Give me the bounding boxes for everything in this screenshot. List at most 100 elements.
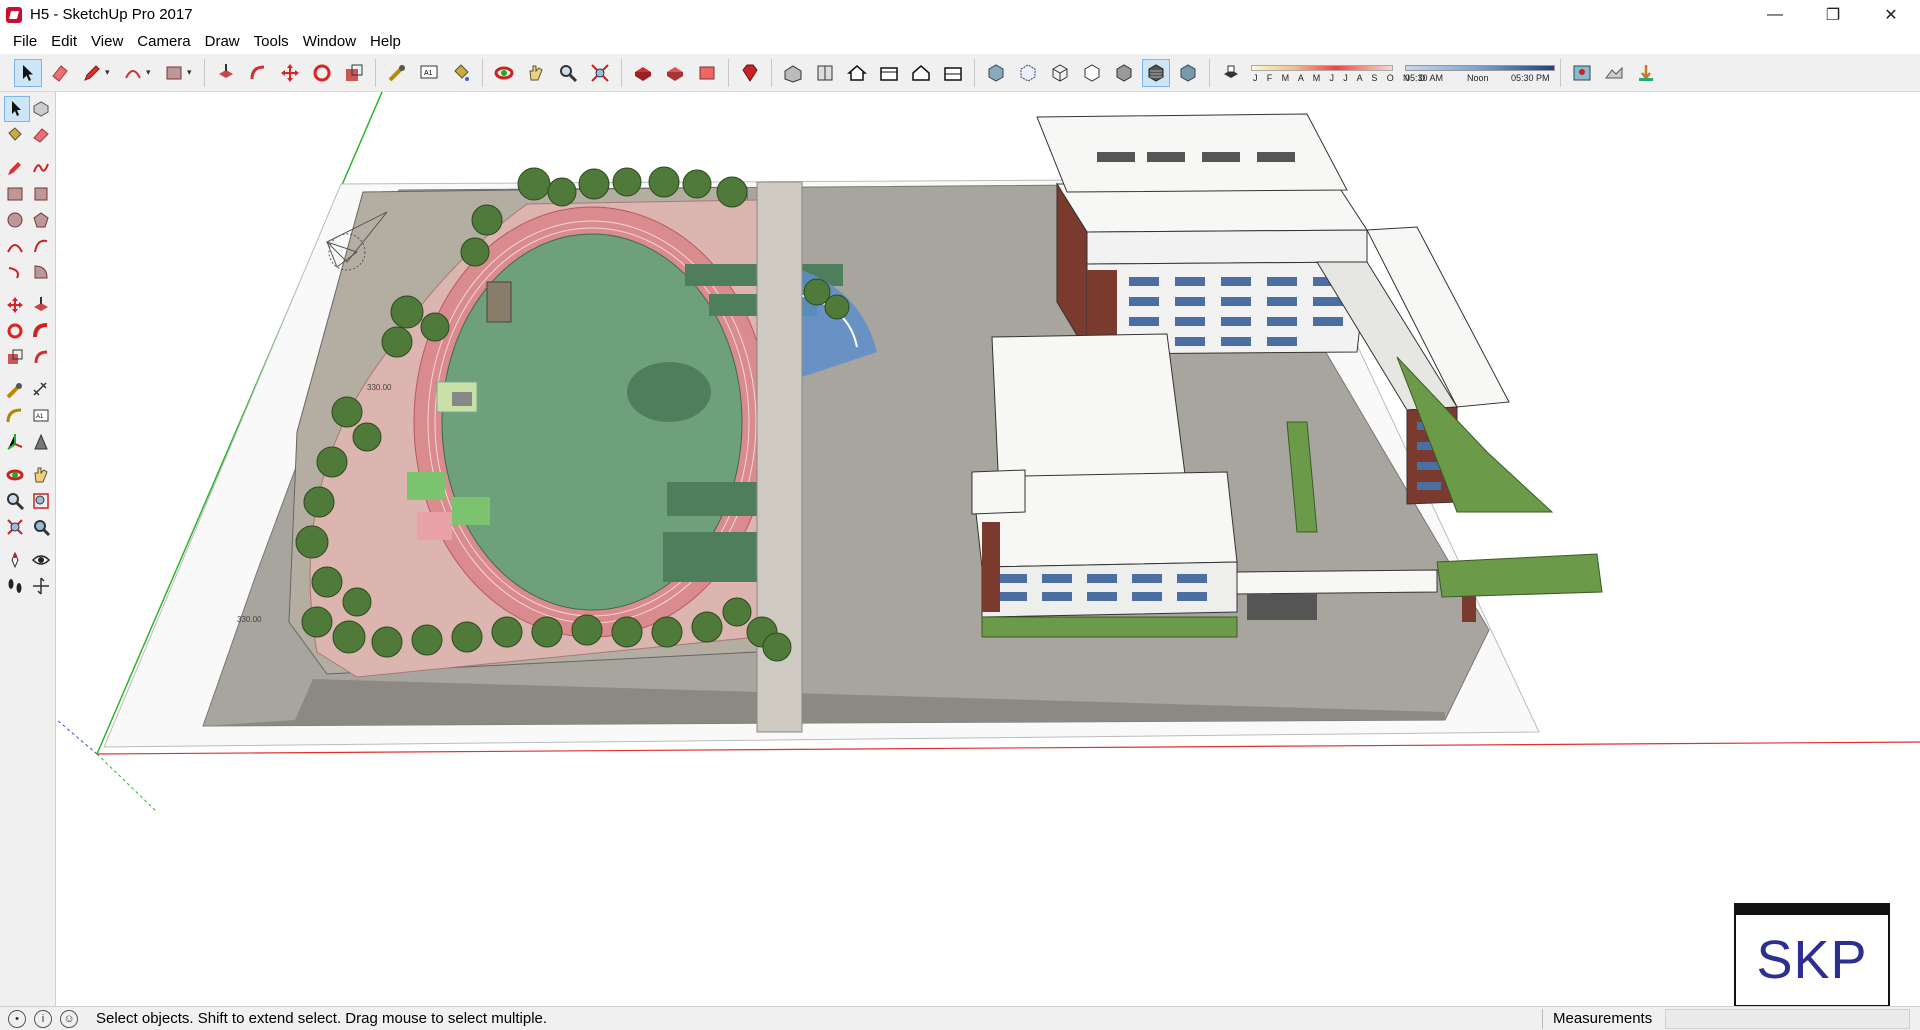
shape-tool-button[interactable] xyxy=(160,59,188,87)
menu-bar: File Edit View Camera Draw Tools Window … xyxy=(0,29,1920,53)
make-component-tool[interactable] xyxy=(28,96,54,122)
top-view-button[interactable] xyxy=(811,59,839,87)
offset-tool-button[interactable] xyxy=(244,59,272,87)
arc-tool-button[interactable] xyxy=(119,59,147,87)
previous-view-tool[interactable] xyxy=(28,514,54,540)
line-tool-button[interactable] xyxy=(78,59,106,87)
zoom-tool[interactable] xyxy=(2,488,28,514)
shadow-time-slider[interactable]: 05:30 AM Noon 05:30 PM xyxy=(1405,59,1555,87)
text-tool-button[interactable]: A1 xyxy=(415,59,443,87)
orbit-tool[interactable] xyxy=(2,462,28,488)
close-button[interactable]: ✕ xyxy=(1862,0,1920,29)
scale-tool[interactable] xyxy=(2,344,28,370)
look-around-tool[interactable] xyxy=(28,547,54,573)
axes-tool[interactable] xyxy=(2,429,28,455)
xray-style-button[interactable] xyxy=(982,59,1010,87)
credits-icon[interactable]: i xyxy=(34,1009,52,1028)
monochrome-style-button[interactable] xyxy=(1174,59,1202,87)
drawing-viewport[interactable]: 330.00 330.00 xyxy=(57,92,1920,1006)
section-plane-tool[interactable] xyxy=(28,573,54,599)
pie-tool[interactable] xyxy=(28,259,54,285)
back-edges-button[interactable] xyxy=(1014,59,1042,87)
push-pull-tool[interactable] xyxy=(28,292,54,318)
tape-measure-button[interactable] xyxy=(383,59,411,87)
toggle-terrain-button[interactable] xyxy=(1600,59,1628,87)
menu-window[interactable]: Window xyxy=(296,33,363,50)
protractor-tool[interactable] xyxy=(2,403,28,429)
back-view-button[interactable] xyxy=(907,59,935,87)
extension-warehouse-button[interactable] xyxy=(736,59,764,87)
menu-edit[interactable]: Edit xyxy=(44,33,84,50)
push-pull-tool-button[interactable] xyxy=(212,59,240,87)
zoom-extents-tool[interactable] xyxy=(2,514,28,540)
offset-tool[interactable] xyxy=(28,344,54,370)
orbit-tool-button[interactable] xyxy=(490,59,518,87)
scale-tool-button[interactable] xyxy=(340,59,368,87)
rotate-tool[interactable] xyxy=(2,318,28,344)
add-location-button[interactable] xyxy=(1568,59,1596,87)
photo-textures-button[interactable] xyxy=(1632,59,1660,87)
follow-me-tool[interactable] xyxy=(28,318,54,344)
menu-tools[interactable]: Tools xyxy=(247,33,296,50)
zoom-extents-button[interactable] xyxy=(586,59,614,87)
minimize-button[interactable]: — xyxy=(1746,0,1804,29)
skp-badge-text: SKP xyxy=(1756,930,1868,990)
arc-tool-dropdown[interactable]: ▾ xyxy=(146,67,156,78)
shaded-textures-style-button[interactable] xyxy=(1142,58,1170,87)
pan-tool-button[interactable] xyxy=(522,59,550,87)
arc-tool[interactable] xyxy=(2,233,28,259)
select-tool[interactable] xyxy=(4,96,30,122)
share-model-button[interactable] xyxy=(661,59,689,87)
move-tool-button[interactable] xyxy=(276,59,304,87)
move-tool[interactable] xyxy=(2,292,28,318)
front-view-button[interactable] xyxy=(843,59,871,87)
freehand-tool[interactable] xyxy=(28,155,54,181)
user-account-icon[interactable]: ☺ xyxy=(60,1009,78,1028)
pan-tool[interactable] xyxy=(28,462,54,488)
dimension-tool[interactable] xyxy=(28,377,54,403)
geo-location-icon[interactable]: • xyxy=(8,1009,26,1028)
shadow-month-slider[interactable]: J F M A M J J A S O N D xyxy=(1251,59,1425,87)
polygon-tool[interactable] xyxy=(28,207,54,233)
share-component-button[interactable] xyxy=(693,59,721,87)
select-tool-button[interactable] xyxy=(14,58,42,87)
shape-tool-dropdown[interactable]: ▾ xyxy=(187,67,197,78)
zoom-window-tool[interactable] xyxy=(28,488,54,514)
menu-view[interactable]: View xyxy=(84,33,130,50)
two-point-arc-tool[interactable] xyxy=(28,233,54,259)
shaded-style-button[interactable] xyxy=(1110,59,1138,87)
position-camera-icon xyxy=(11,551,19,569)
eraser-tool-button[interactable] xyxy=(46,59,74,87)
walk-tool[interactable] xyxy=(2,573,28,599)
title-bar: H5 - SketchUp Pro 2017 — ❐ ✕ xyxy=(0,0,1920,29)
eraser-tool[interactable] xyxy=(28,122,54,148)
shadows-toggle-button[interactable] xyxy=(1217,59,1245,87)
tape-measure-tool[interactable] xyxy=(2,377,28,403)
iso-view-button[interactable] xyxy=(779,59,807,87)
menu-camera[interactable]: Camera xyxy=(130,33,197,50)
wireframe-style-button[interactable] xyxy=(1046,59,1074,87)
three-point-arc-tool[interactable] xyxy=(2,259,28,285)
rectangle-tool[interactable] xyxy=(2,181,28,207)
rotate-tool-button[interactable] xyxy=(308,59,336,87)
line-tool[interactable] xyxy=(2,155,28,181)
line-tool-dropdown[interactable]: ▾ xyxy=(105,67,115,78)
text-tool[interactable]: A1 xyxy=(28,403,54,429)
maximize-button[interactable]: ❐ xyxy=(1804,0,1862,29)
paint-bucket-tool[interactable] xyxy=(2,122,28,148)
left-view-button[interactable] xyxy=(939,59,967,87)
3d-warehouse-button[interactable] xyxy=(629,59,657,87)
measurements-input[interactable] xyxy=(1665,1009,1910,1029)
hidden-line-style-button[interactable] xyxy=(1078,59,1106,87)
position-camera-tool[interactable] xyxy=(2,547,28,573)
circle-tool[interactable] xyxy=(2,207,28,233)
right-view-button[interactable] xyxy=(875,59,903,87)
menu-help[interactable]: Help xyxy=(363,33,408,50)
zoom-tool-button[interactable] xyxy=(554,59,582,87)
rotated-rectangle-tool[interactable] xyxy=(28,181,54,207)
menu-file[interactable]: File xyxy=(6,33,44,50)
paint-bucket-button[interactable] xyxy=(447,59,475,87)
3d-text-tool[interactable] xyxy=(28,429,54,455)
menu-draw[interactable]: Draw xyxy=(198,33,247,50)
move-icon xyxy=(281,63,299,82)
